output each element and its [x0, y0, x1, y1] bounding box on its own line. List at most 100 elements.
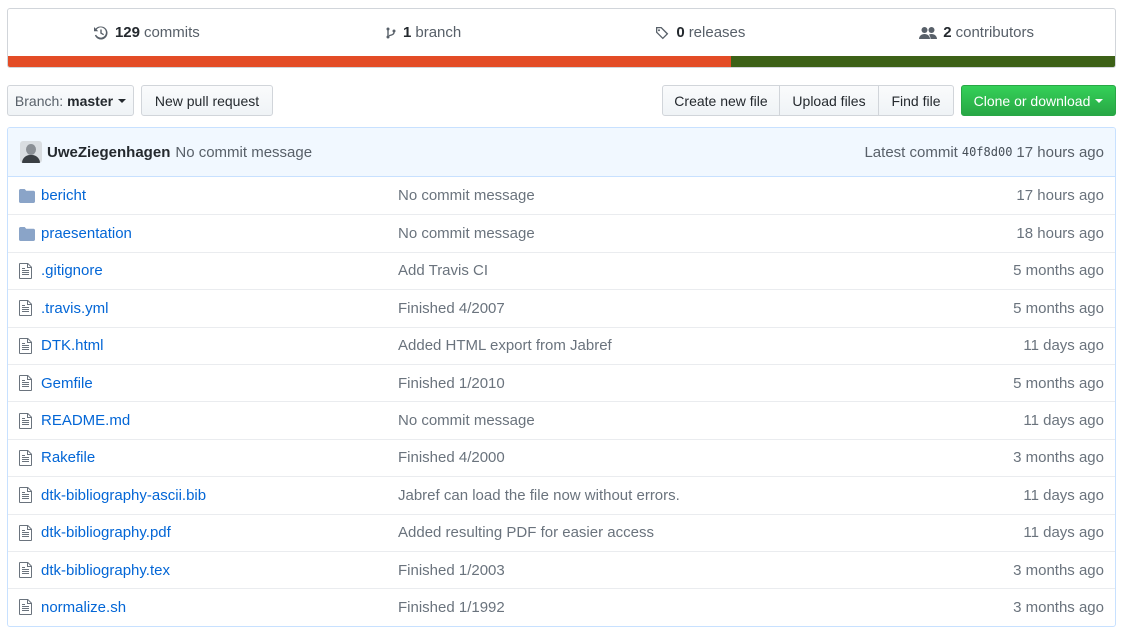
file-row: Rakefile Finished 4/2000 3 months ago [8, 438, 1115, 476]
releases-link[interactable]: 0 releases [562, 9, 839, 56]
file-name-link[interactable]: bericht [41, 187, 398, 204]
file-age: 17 hours ago [1016, 187, 1104, 205]
commits-link[interactable]: 129 commits [8, 9, 285, 56]
file-row: praesentation No commit message 18 hours a… [8, 214, 1115, 251]
branches-link[interactable]: 1 branch [285, 9, 562, 56]
file-table: UweZiegenhagen No commit message Latest … [7, 127, 1116, 627]
file-commit-message[interactable]: Jabref can load the file now without err… [398, 487, 944, 504]
file-age: 11 days ago [1023, 524, 1104, 542]
file-commit-message[interactable]: Finished 1/1992 [398, 599, 944, 616]
file-row: Gemfile Finished 1/2010 5 months ago [8, 363, 1115, 401]
caret-down-icon [118, 98, 127, 103]
history-icon [93, 25, 108, 39]
file-icon [19, 412, 41, 429]
file-commit-message[interactable]: Finished 4/2000 [398, 449, 944, 466]
releases-label: releases [688, 24, 746, 41]
file-commit-message[interactable]: Finished 4/2007 [398, 300, 944, 317]
file-age: 3 months ago [1013, 561, 1104, 579]
file-list: bericht No commit message 17 hours ago prae… [8, 177, 1115, 626]
language-bar-segment[interactable] [8, 56, 731, 67]
branches-label: branch [415, 24, 462, 41]
file-icon [19, 449, 41, 466]
repo-summary: 129 commits 1 branch 0 releases 2 contri… [7, 8, 1116, 68]
file-name-link[interactable]: .gitignore [41, 262, 398, 279]
file-name-link[interactable]: normalize.sh [41, 599, 398, 616]
file-icon [19, 599, 41, 616]
file-name-link[interactable]: dtk-bibliography.tex [41, 562, 398, 579]
create-new-file-button[interactable]: Create new file [662, 85, 780, 116]
file-name-link[interactable]: dtk-bibliography-ascii.bib [41, 487, 398, 504]
file-row: DTK.html Added HTML export from Jabref 11 … [8, 326, 1115, 364]
file-commit-message[interactable]: Finished 1/2010 [398, 375, 944, 392]
contributors-count: 2 [943, 24, 952, 41]
file-icon [19, 487, 41, 504]
file-icon [19, 524, 41, 541]
file-name-link[interactable]: DTK.html [41, 337, 398, 354]
file-name-link[interactable]: Rakefile [41, 449, 398, 466]
branch-name: master [67, 92, 114, 109]
file-row: dtk-bibliography-ascii.bib Jabref can loa… [8, 476, 1115, 513]
file-commit-message[interactable]: Added resulting PDF for easier access [398, 524, 944, 541]
file-name-link[interactable]: dtk-bibliography.pdf [41, 524, 398, 541]
commit-sha-link[interactable]: 40f8d00 [962, 145, 1013, 159]
file-commit-message[interactable]: Added HTML export from Jabref [398, 337, 944, 354]
commit-message[interactable]: No commit message [175, 144, 312, 161]
file-age: 11 days ago [1023, 412, 1104, 430]
file-age: 3 months ago [1013, 598, 1104, 616]
file-commit-message[interactable]: No commit message [398, 225, 944, 242]
file-commit-message[interactable]: No commit message [398, 187, 944, 204]
file-row: .gitignore Add Travis CI 5 months ago [8, 251, 1115, 289]
file-icon [19, 375, 41, 392]
commits-label: commits [143, 24, 200, 41]
file-age: 5 months ago [1013, 299, 1104, 317]
file-commit-message[interactable]: No commit message [398, 412, 944, 429]
find-file-button[interactable]: Find file [879, 85, 954, 116]
file-name-link[interactable]: .travis.yml [41, 300, 398, 317]
file-row: bericht No commit message 17 hours ago [8, 177, 1115, 214]
branch-prefix: Branch: [14, 92, 64, 109]
contributors-label: contributors [955, 24, 1034, 41]
file-icon [19, 562, 41, 579]
file-age: 5 months ago [1013, 374, 1104, 392]
new-pull-request-button[interactable]: New pull request [141, 85, 273, 116]
avatar[interactable] [20, 141, 42, 163]
caret-down-icon [1095, 98, 1104, 103]
file-actions-group: Create new file Upload files Find file [662, 85, 954, 116]
tag-icon [656, 26, 669, 39]
clone-or-download-button[interactable]: Clone or download [961, 85, 1116, 116]
file-name-link[interactable]: README.md [41, 412, 398, 429]
file-commit-message[interactable]: Finished 1/2003 [398, 562, 944, 579]
latest-commit-bar: UweZiegenhagen No commit message Latest … [8, 128, 1115, 177]
file-age: 18 hours ago [1016, 225, 1104, 243]
commit-age: 17 hours ago [1016, 143, 1104, 161]
file-row: .travis.yml Finished 4/2007 5 months ago [8, 289, 1115, 326]
file-row: README.md No commit message 11 days ago [8, 401, 1115, 438]
folder-icon [19, 226, 41, 241]
file-age: 11 days ago [1023, 486, 1104, 504]
file-age: 3 months ago [1013, 449, 1104, 467]
file-row: normalize.sh Finished 1/1992 3 months ago [8, 588, 1115, 625]
people-icon [919, 26, 938, 39]
releases-count: 0 [676, 24, 685, 41]
commits-count: 129 [114, 24, 140, 41]
file-icon [19, 262, 41, 279]
file-row: dtk-bibliography.tex Finished 1/2003 3 mon… [8, 550, 1115, 588]
file-age: 11 days ago [1023, 337, 1104, 355]
upload-files-button[interactable]: Upload files [780, 85, 879, 116]
file-name-link[interactable]: Gemfile [41, 375, 398, 392]
branch-select-button[interactable]: Branch: master [7, 85, 134, 116]
latest-commit-label: Latest commit [864, 143, 958, 161]
file-icon [19, 337, 41, 354]
language-bar-segment[interactable] [730, 56, 1115, 67]
file-age: 5 months ago [1013, 262, 1104, 280]
file-name-link[interactable]: praesentation [41, 225, 398, 242]
branches-count: 1 [403, 24, 412, 41]
file-commit-message[interactable]: Add Travis CI [398, 262, 944, 279]
commit-author-link[interactable]: UweZiegenhagen [47, 144, 170, 161]
folder-icon [19, 188, 41, 203]
file-icon [19, 300, 41, 317]
branch-icon [386, 27, 396, 38]
file-row: dtk-bibliography.pdf Added resulting PDF … [8, 513, 1115, 551]
language-bar[interactable] [8, 56, 1115, 67]
contributors-link[interactable]: 2 contributors [838, 9, 1115, 56]
